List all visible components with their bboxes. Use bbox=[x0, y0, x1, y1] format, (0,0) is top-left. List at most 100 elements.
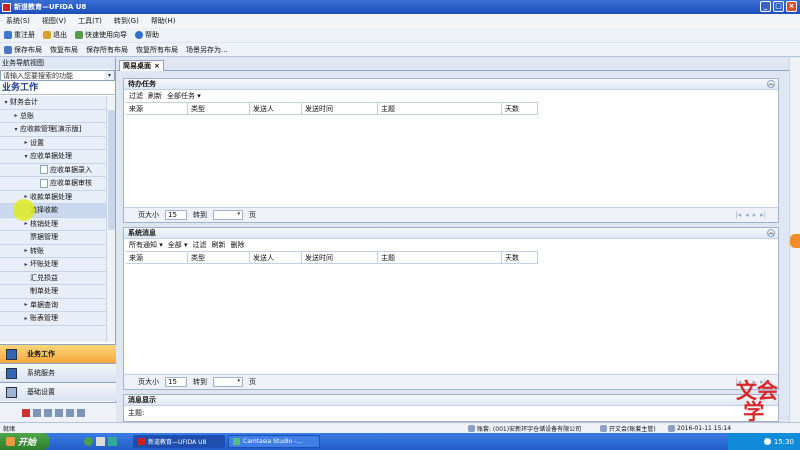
function-search-input[interactable]: 请输入您要搜索的功能 ▾ bbox=[0, 70, 115, 81]
menu-system[interactable]: 系统(S) bbox=[6, 16, 30, 26]
tool-icon[interactable] bbox=[77, 408, 85, 417]
delete-button[interactable]: 删除 bbox=[231, 240, 245, 250]
col-subject[interactable]: 主题 bbox=[378, 103, 502, 114]
nav-system-service-button[interactable]: 系统服务 bbox=[0, 363, 116, 382]
maximize-button[interactable]: □ bbox=[773, 1, 784, 12]
stop-icon[interactable] bbox=[22, 408, 30, 417]
preview-title: 消息显示 bbox=[128, 396, 156, 404]
col-days[interactable]: 天数 bbox=[502, 103, 538, 114]
nav-tree-item[interactable]: ▸ 坏账处理 bbox=[0, 258, 106, 272]
menu-view[interactable]: 视图(V) bbox=[42, 16, 66, 26]
col-type[interactable]: 类型 bbox=[188, 252, 250, 263]
save-all-layouts-button[interactable]: 保存所有布局 bbox=[86, 45, 128, 55]
col-source[interactable]: 来源 bbox=[126, 252, 188, 263]
nav-tree-item[interactable]: ▸ 单据查询 bbox=[0, 299, 106, 312]
account-icon bbox=[468, 424, 475, 432]
nav-tree-item[interactable]: ▸ 设置 bbox=[0, 137, 106, 150]
col-sender[interactable]: 发送人 bbox=[250, 103, 302, 114]
nav-tree-item[interactable]: ▾ 应收款管理[演示版] bbox=[0, 123, 106, 137]
next-page-icon[interactable]: ▸ bbox=[753, 211, 757, 219]
grid-icon[interactable] bbox=[44, 408, 52, 417]
goto-page-select[interactable]: ▾ bbox=[213, 210, 243, 220]
page-size-input[interactable]: 15 bbox=[165, 210, 187, 220]
nav-scrollbar[interactable] bbox=[106, 96, 115, 342]
col-send-time[interactable]: 发送时间 bbox=[302, 252, 378, 263]
collapse-icon[interactable]: ︿ bbox=[767, 80, 775, 88]
close-icon[interactable]: × bbox=[154, 62, 160, 70]
start-button[interactable]: 开始 bbox=[0, 433, 50, 450]
expand-arrow-icon[interactable]: ▾ bbox=[2, 99, 10, 106]
menu-goto[interactable]: 转到(G) bbox=[114, 16, 139, 26]
save-layout-button[interactable]: 保存布局 bbox=[4, 45, 42, 55]
menu-tools[interactable]: 工具(T) bbox=[78, 16, 102, 26]
notice-scope-dropdown[interactable]: 所有通知 ▾ bbox=[129, 240, 163, 250]
save-scene-as-button[interactable]: 场景另存为... bbox=[186, 45, 228, 55]
col-send-time[interactable]: 发送时间 bbox=[302, 103, 378, 114]
last-page-icon[interactable]: ▸| bbox=[760, 211, 766, 219]
expand-arrow-icon[interactable]: ▸ bbox=[22, 315, 30, 322]
page-size-input[interactable]: 15 bbox=[165, 377, 187, 387]
expand-arrow-icon[interactable]: ▸ bbox=[12, 112, 20, 119]
restore-layout-button[interactable]: 恢复布局 bbox=[50, 45, 78, 55]
expand-arrow-icon[interactable]: ▾ bbox=[12, 126, 20, 133]
col-source[interactable]: 来源 bbox=[126, 103, 188, 114]
nav-tree-item[interactable]: ▸ 账表管理 bbox=[0, 312, 106, 326]
nav-business-work-button[interactable]: 业务工作 bbox=[0, 344, 116, 363]
nav-tree-item[interactable]: 制单处理 bbox=[0, 285, 106, 299]
tray-clock[interactable]: 15:30 bbox=[774, 438, 794, 446]
expand-arrow-icon[interactable]: ▸ bbox=[22, 220, 30, 227]
col-subject[interactable]: 主题 bbox=[378, 252, 502, 263]
nav-tree-item[interactable]: ▾ 财务会计 bbox=[0, 96, 106, 110]
expand-arrow-icon[interactable]: ▸ bbox=[22, 247, 30, 254]
nav-tree-item[interactable]: 应收单据审核 bbox=[0, 177, 106, 191]
col-type[interactable]: 类型 bbox=[188, 103, 250, 114]
col-days[interactable]: 天数 bbox=[502, 252, 538, 263]
task-u8-window[interactable]: 新道教育—UFIDA U8 bbox=[133, 435, 225, 448]
nav-tree-item[interactable]: 票据管理 bbox=[0, 231, 106, 245]
exit-button[interactable]: 退出 bbox=[43, 30, 67, 40]
nav-tree-item[interactable]: ▸ 总账 bbox=[0, 110, 106, 123]
refresh-button[interactable]: 刷新 bbox=[148, 91, 162, 101]
window-titlebar[interactable]: 新道教育—UFIDA U8 _ □ × bbox=[0, 0, 800, 14]
desktop-icon[interactable] bbox=[96, 437, 105, 446]
first-page-icon[interactable]: |◂ bbox=[735, 211, 741, 219]
nav-header: 业务导航视图 bbox=[0, 58, 115, 69]
expand-arrow-icon[interactable]: ▸ bbox=[22, 301, 30, 308]
relogin-button[interactable]: 重注册 bbox=[4, 30, 35, 40]
chevron-down-icon[interactable]: ▾ bbox=[105, 71, 114, 80]
expand-arrow-icon[interactable]: ▸ bbox=[22, 261, 30, 268]
goto-page-select[interactable]: ▾ bbox=[213, 377, 243, 387]
nav-tree-item[interactable]: 汇兑损益 bbox=[0, 272, 106, 285]
side-expand-button[interactable] bbox=[790, 234, 800, 248]
quick-wizard-button[interactable]: 快速使用向导 bbox=[75, 30, 127, 40]
collapse-icon[interactable]: ︿ bbox=[767, 229, 775, 237]
prev-page-icon[interactable]: ◂ bbox=[745, 211, 749, 219]
scroll-thumb[interactable] bbox=[108, 110, 115, 230]
nav-basic-settings-button[interactable]: 基础设置 bbox=[0, 382, 116, 401]
filter-button[interactable]: 过滤 bbox=[129, 91, 143, 101]
media-icon[interactable] bbox=[108, 437, 117, 446]
help-button[interactable]: 帮助 bbox=[135, 30, 159, 40]
browser-icon[interactable] bbox=[84, 437, 93, 446]
refresh-button[interactable]: 刷新 bbox=[212, 240, 226, 250]
nav-tree-item[interactable]: ▸ 核销处理 bbox=[0, 218, 106, 231]
task-camtasia-window[interactable]: Camtasia Studio -... bbox=[228, 435, 320, 448]
copy-icon[interactable] bbox=[66, 408, 74, 417]
col-sender[interactable]: 发送人 bbox=[250, 252, 302, 263]
menu-help[interactable]: 帮助(H) bbox=[151, 16, 176, 26]
all-dropdown[interactable]: 全部 ▾ bbox=[168, 240, 188, 250]
nav-tree-item[interactable]: ▸ 转账 bbox=[0, 245, 106, 258]
close-button[interactable]: × bbox=[786, 1, 797, 12]
expand-arrow-icon[interactable]: ▾ bbox=[22, 153, 30, 160]
doc-icon[interactable] bbox=[55, 408, 63, 417]
filter-button[interactable]: 过滤 bbox=[193, 240, 207, 250]
tray-icon[interactable] bbox=[763, 438, 771, 445]
list-icon[interactable] bbox=[33, 408, 41, 417]
minimize-button[interactable]: _ bbox=[760, 1, 771, 12]
restore-all-layouts-button[interactable]: 恢复所有布局 bbox=[136, 45, 178, 55]
expand-arrow-icon[interactable]: ▸ bbox=[22, 139, 30, 146]
nav-tree-item[interactable]: ▾ 应收单据处理 bbox=[0, 150, 106, 164]
nav-tree-item[interactable]: 应收单据录入 bbox=[0, 164, 106, 177]
tab-simple-desktop[interactable]: 简易桌面 × bbox=[119, 60, 164, 71]
task-scope-dropdown[interactable]: 全部任务 ▾ bbox=[167, 91, 201, 101]
